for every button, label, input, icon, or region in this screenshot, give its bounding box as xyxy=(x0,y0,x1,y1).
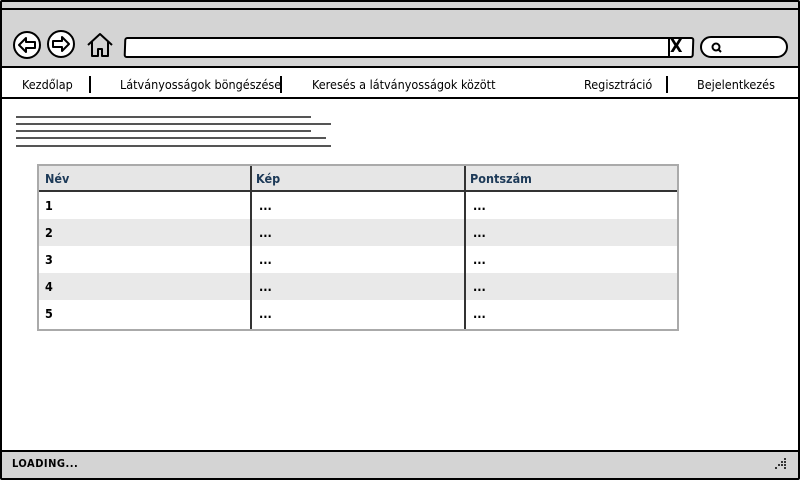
resize-grip-icon[interactable] xyxy=(774,457,788,469)
cell-score: ... xyxy=(473,252,486,267)
cell-score: ... xyxy=(473,306,486,321)
nav-register-link[interactable]: Regisztráció xyxy=(584,77,652,93)
column-header-name[interactable]: Név xyxy=(39,166,250,192)
cell-name: 2 xyxy=(45,225,53,240)
column-divider xyxy=(464,166,466,329)
address-bar[interactable] xyxy=(123,37,695,58)
nav-separator xyxy=(89,76,91,93)
cell-image: ... xyxy=(259,252,272,267)
placeholder-text-line xyxy=(16,116,311,118)
forward-arrow-icon xyxy=(52,36,70,52)
browser-toolbar xyxy=(2,2,798,68)
back-arrow-icon xyxy=(18,37,36,53)
cell-score: ... xyxy=(473,225,486,240)
cell-score: ... xyxy=(473,198,486,213)
back-button[interactable] xyxy=(13,31,41,59)
column-divider xyxy=(250,166,252,329)
placeholder-text-line xyxy=(16,123,331,125)
column-header-image[interactable]: Kép xyxy=(250,166,464,192)
search-icon xyxy=(711,42,722,53)
table-row[interactable]: 5 ... ... xyxy=(39,300,677,327)
cell-score: ... xyxy=(473,279,486,294)
cell-name: 4 xyxy=(45,279,53,294)
title-strip-divider xyxy=(2,8,798,10)
cell-image: ... xyxy=(259,306,272,321)
forward-button[interactable] xyxy=(47,30,75,58)
nav-search-link[interactable]: Keresés a látványosságok között xyxy=(312,77,496,93)
cell-name: 1 xyxy=(45,198,53,213)
nav-home-link[interactable]: Kezdőlap xyxy=(22,77,73,93)
status-bar xyxy=(2,450,798,478)
nav-login-link[interactable]: Bejelentkezés xyxy=(697,77,775,93)
clear-icon[interactable]: X xyxy=(670,36,683,58)
cell-image: ... xyxy=(259,279,272,294)
table-row[interactable]: 3 ... ... xyxy=(39,246,677,273)
attractions-table: Név Kép Pontszám 1 ... ... 2 ... ... 3 .… xyxy=(37,164,679,331)
column-header-score[interactable]: Pontszám xyxy=(464,166,677,192)
search-input[interactable] xyxy=(700,36,788,58)
placeholder-text-line xyxy=(16,145,331,147)
status-text: LOADING... xyxy=(12,457,79,470)
cell-name: 5 xyxy=(45,306,53,321)
nav-browse-link[interactable]: Látványosságok böngészése xyxy=(120,77,281,93)
home-button[interactable] xyxy=(85,31,115,59)
table-row[interactable]: 2 ... ... xyxy=(39,219,677,246)
cell-image: ... xyxy=(259,198,272,213)
nav-separator xyxy=(666,76,668,93)
home-icon xyxy=(87,33,113,57)
placeholder-text-line xyxy=(16,130,311,132)
nav-separator xyxy=(280,76,282,93)
table-row[interactable]: 4 ... ... xyxy=(39,273,677,300)
cell-image: ... xyxy=(259,225,272,240)
placeholder-text-line xyxy=(16,137,326,139)
cell-name: 3 xyxy=(45,252,53,267)
table-row[interactable]: 1 ... ... xyxy=(39,192,677,219)
